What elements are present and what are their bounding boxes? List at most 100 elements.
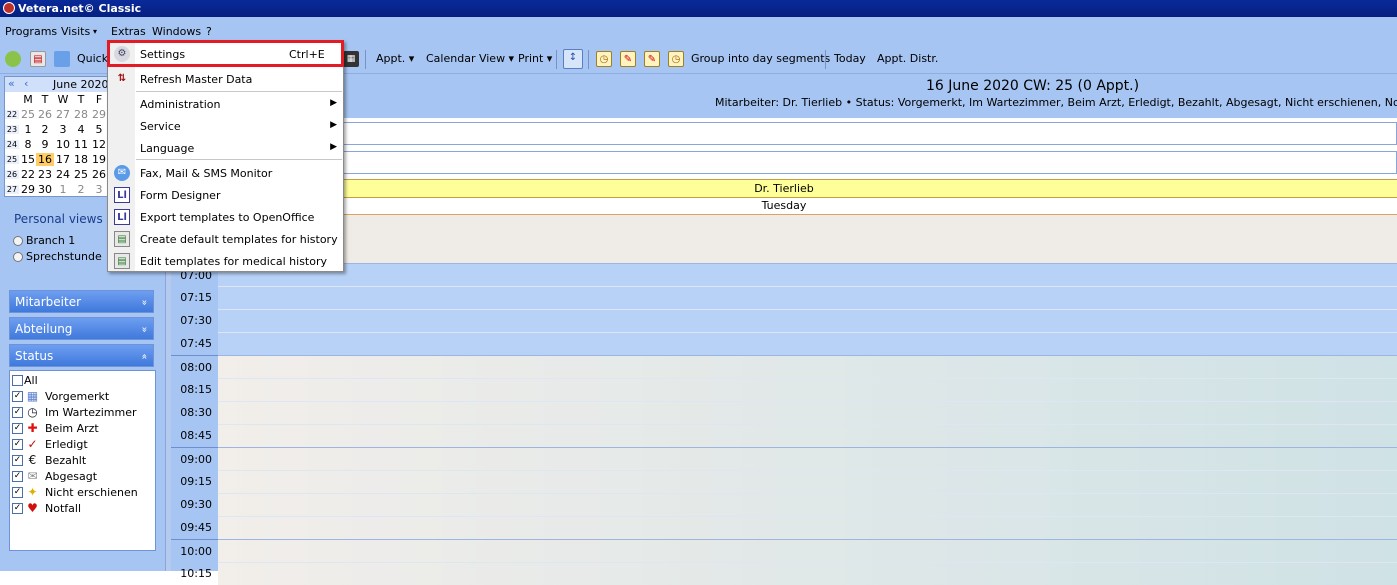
menu-item-create-default-templates[interactable]: ▤ Create default templates for history xyxy=(108,228,343,250)
chevron-down-icon[interactable]: » xyxy=(132,326,155,332)
calendar-day[interactable]: 23 xyxy=(36,168,54,181)
status-checkbox[interactable]: ✓ xyxy=(12,407,23,418)
calendar-day[interactable]: 4 xyxy=(72,123,90,136)
appt-distr-button[interactable]: Appt. Distr. xyxy=(877,52,938,65)
calendar-day[interactable]: 19 xyxy=(90,153,108,166)
time-slot[interactable] xyxy=(218,470,1397,493)
calendar-day[interactable]: 29 xyxy=(90,108,108,121)
calendar-view-dropdown[interactable]: Calendar View ▾ xyxy=(426,52,514,65)
clock-icon[interactable]: ◷ xyxy=(596,51,612,67)
menu-visits-dropdown-icon[interactable]: ▾ xyxy=(93,27,97,36)
prev-month-icon[interactable]: ‹ xyxy=(24,77,28,90)
menu-item-language[interactable]: Language ▶ xyxy=(108,137,343,159)
status-label[interactable]: Nicht erschienen xyxy=(45,486,138,499)
menu-visits[interactable]: Visits xyxy=(61,25,90,38)
calendar-day[interactable]: 24 xyxy=(54,168,72,181)
status-label[interactable]: Beim Arzt xyxy=(45,422,99,435)
branch-radio[interactable] xyxy=(13,236,23,246)
menu-item-export-templates[interactable]: Ll Export templates to OpenOffice xyxy=(108,206,343,228)
calendar-day[interactable]: 8 xyxy=(19,138,37,151)
status-checkbox[interactable]: ✓ xyxy=(12,471,23,482)
abteilung-panel-header[interactable]: Abteilung » xyxy=(9,317,154,340)
calendar-day[interactable]: 28 xyxy=(72,108,90,121)
status-checkbox[interactable]: ✓ xyxy=(12,439,23,450)
time-slot[interactable] xyxy=(218,378,1397,401)
time-slot[interactable] xyxy=(218,263,1397,286)
sprechstunde-radio[interactable] xyxy=(13,252,23,262)
menu-extras[interactable]: Extras xyxy=(111,25,146,38)
status-label[interactable]: Erledigt xyxy=(45,438,88,451)
status-checkbox[interactable]: ✓ xyxy=(12,423,23,434)
time-slot[interactable] xyxy=(218,493,1397,516)
calendar-day[interactable]: 17 xyxy=(54,153,72,166)
status-label[interactable]: All xyxy=(24,374,38,387)
calendar-day[interactable]: 12 xyxy=(90,138,108,151)
menu-item-form-designer[interactable]: Ll Form Designer xyxy=(108,184,343,206)
time-slot[interactable] xyxy=(218,355,1397,378)
calendar-day[interactable]: 1 xyxy=(54,183,72,196)
time-slot[interactable] xyxy=(218,286,1397,309)
time-slot[interactable] xyxy=(218,447,1397,470)
printer-icon[interactable]: ▤ xyxy=(30,51,46,67)
status-checkbox[interactable]: ✓ xyxy=(12,487,23,498)
status-label[interactable]: Bezahlt xyxy=(45,454,86,467)
status-panel-header[interactable]: Status « xyxy=(9,344,154,367)
time-slot[interactable] xyxy=(218,539,1397,562)
calendar-day[interactable]: 2 xyxy=(72,183,90,196)
calendar-day[interactable]: 9 xyxy=(36,138,54,151)
pointer-icon[interactable]: ↕ xyxy=(563,49,583,69)
status-label[interactable]: Im Wartezimmer xyxy=(45,406,137,419)
sprechstunde-label[interactable]: Sprechstunde xyxy=(26,250,102,263)
menu-item-fax-mail-sms[interactable]: ✉ Fax, Mail & SMS Monitor xyxy=(108,162,343,184)
calendar-day[interactable]: 29 xyxy=(19,183,37,196)
time-slot[interactable] xyxy=(218,424,1397,447)
menu-windows[interactable]: Windows xyxy=(152,25,201,38)
menu-item-edit-templates[interactable]: ▤ Edit templates for medical history xyxy=(108,250,343,272)
calendar-day[interactable]: 18 xyxy=(72,153,90,166)
calendar-day[interactable]: 16 xyxy=(36,153,54,166)
calendar-day[interactable]: 22 xyxy=(19,168,37,181)
calendar-day[interactable]: 1 xyxy=(19,123,37,136)
branch-label[interactable]: Branch 1 xyxy=(26,234,75,247)
menu-programs[interactable]: Programs xyxy=(5,25,57,38)
calendar-day[interactable]: 15 xyxy=(19,153,37,166)
menu-item-administration[interactable]: Administration ▶ xyxy=(108,93,343,115)
time-slot[interactable] xyxy=(218,562,1397,585)
calendar-day[interactable]: 27 xyxy=(54,108,72,121)
time-slot[interactable] xyxy=(218,332,1397,355)
calendar-day[interactable]: 5 xyxy=(90,123,108,136)
calendar-day[interactable]: 2 xyxy=(36,123,54,136)
calendar-day[interactable]: 26 xyxy=(90,168,108,181)
menu-item-service[interactable]: Service ▶ xyxy=(108,115,343,137)
status-label[interactable]: Abgesagt xyxy=(45,470,97,483)
print-dropdown[interactable]: Print ▾ xyxy=(518,52,552,65)
doctor-column-header[interactable]: Dr. Tierlieb xyxy=(171,179,1397,198)
status-checkbox[interactable] xyxy=(12,375,23,386)
calendar-day[interactable]: 3 xyxy=(90,183,108,196)
time-slot[interactable] xyxy=(218,309,1397,332)
chevron-up-icon[interactable]: « xyxy=(132,353,155,359)
prev-year-icon[interactable]: « xyxy=(8,77,15,90)
status-checkbox[interactable]: ✓ xyxy=(12,455,23,466)
cards-icon[interactable] xyxy=(54,51,70,67)
status-checkbox[interactable]: ✓ xyxy=(12,503,23,514)
chevron-down-icon[interactable]: » xyxy=(132,299,155,305)
menu-help[interactable]: ? xyxy=(206,25,212,38)
appt-dropdown[interactable]: Appt. ▾ xyxy=(376,52,414,65)
quick-button[interactable]: Quick xyxy=(77,52,108,65)
status-checkbox[interactable]: ✓ xyxy=(12,391,23,402)
time-slot[interactable] xyxy=(218,401,1397,424)
note-add-icon[interactable]: ✎ xyxy=(644,51,660,67)
notes-row[interactable] xyxy=(171,151,1397,174)
today-button[interactable]: Today xyxy=(834,52,866,65)
calendar-day[interactable]: 26 xyxy=(36,108,54,121)
menu-item-refresh-master-data[interactable]: ⇅ Refresh Master Data xyxy=(108,68,343,90)
calendar-day[interactable]: 30 xyxy=(36,183,54,196)
calendar-day[interactable]: 25 xyxy=(72,168,90,181)
time-slot[interactable] xyxy=(218,516,1397,539)
note-icon[interactable]: ✎ xyxy=(620,51,636,67)
calendar-grid-icon[interactable]: ▦ xyxy=(343,51,359,67)
calendar-day[interactable]: 25 xyxy=(19,108,37,121)
group-day-segments-button[interactable]: Group into day segments xyxy=(691,52,830,65)
calendar-day[interactable]: 3 xyxy=(54,123,72,136)
